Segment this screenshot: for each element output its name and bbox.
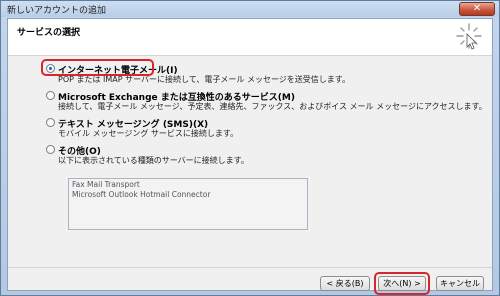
option-desc-internet-email: POP または IMAP サーバーに接続して、電子メール メッセージを送受信しま… xyxy=(58,75,350,84)
option-desc-sms: モバイル メッセージング サービスに接続します。 xyxy=(58,129,239,138)
title-bar[interactable]: 新しいアカウントの追加 ✕ xyxy=(1,1,499,17)
list-item[interactable]: Fax Mail Transport xyxy=(72,180,304,190)
page-title: サービスの選択 xyxy=(17,28,81,38)
radio-internet-email[interactable] xyxy=(46,64,55,73)
radio-other[interactable] xyxy=(46,145,55,154)
cancel-button[interactable]: キャンセル xyxy=(436,276,484,291)
next-button[interactable]: 次へ(N) > xyxy=(378,276,426,291)
other-servers-list[interactable]: Fax Mail Transport Microsoft Outlook Hot… xyxy=(68,178,308,230)
list-item[interactable]: Microsoft Outlook Hotmail Connector xyxy=(72,190,304,200)
dialog-client-area: サービスの選択 インターネット電子メール(I) POP または IMAP サーバ… xyxy=(7,18,493,295)
close-button[interactable]: ✕ xyxy=(459,2,495,16)
footer-divider xyxy=(8,267,492,268)
wizard-sparkle-icon xyxy=(456,23,482,50)
dialog-window: 新しいアカウントの追加 ✕ サービスの選択 インターネット電子メール(I) PO… xyxy=(0,0,500,296)
option-desc-other: 以下に表示されている種類のサーバーに接続します。 xyxy=(58,156,249,165)
option-desc-exchange: 接続して、電子メール メッセージ、予定表、連絡先、ファックス、およびボイス メー… xyxy=(58,102,487,111)
radio-sms[interactable] xyxy=(46,118,55,127)
wizard-header: サービスの選択 xyxy=(8,19,492,56)
radio-exchange[interactable] xyxy=(46,91,55,100)
back-button[interactable]: < 戻る(B) xyxy=(320,276,370,291)
window-title: 新しいアカウントの追加 xyxy=(7,6,107,16)
